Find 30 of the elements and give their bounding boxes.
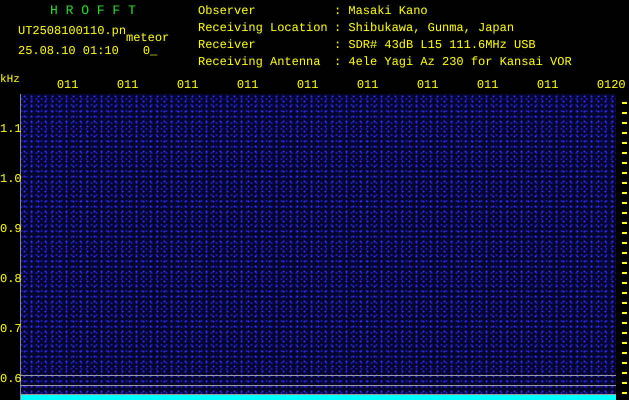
info-value: : SDR# 43dB L15 111.6MHz USB bbox=[334, 40, 537, 54]
info-label: Receiving Location bbox=[198, 23, 329, 37]
info-value: : Shibukawa, Gunma, Japan bbox=[334, 23, 516, 37]
frequency-label: 1.0 bbox=[0, 172, 22, 186]
frequency-label: 0.6 bbox=[0, 372, 22, 386]
file-name: UT2508100110.pn bbox=[18, 24, 126, 38]
frequency-label: 0.7 bbox=[0, 322, 22, 336]
frequency-label: 0.9 bbox=[0, 222, 22, 236]
timestamp: 25.08.10 01:10 bbox=[18, 44, 119, 58]
info-label: Receiver bbox=[198, 40, 257, 54]
time-label: 011 bbox=[116, 78, 140, 92]
time-label: 011 bbox=[236, 78, 260, 92]
time-label: 011 bbox=[416, 78, 440, 92]
event-tag: meteor bbox=[126, 31, 170, 45]
info-value: : Masaki Kano bbox=[334, 6, 429, 20]
frequency-label: 0.8 bbox=[0, 272, 22, 286]
info-label: Receiving Antenna bbox=[198, 57, 322, 71]
time-label: 0120 bbox=[596, 78, 627, 92]
time-label: 011 bbox=[476, 78, 500, 92]
count-text: 0_ bbox=[142, 44, 158, 58]
info-value: : 4ele Yagi Az 230 for Kansai VOR bbox=[334, 57, 572, 71]
time-label: 011 bbox=[176, 78, 200, 92]
time-label: 011 bbox=[56, 78, 80, 92]
time-label: 011 bbox=[356, 78, 380, 92]
time-label: 011 bbox=[536, 78, 560, 92]
app-title: H R O F F T bbox=[49, 4, 137, 18]
time-label: 011 bbox=[296, 78, 320, 92]
frequency-label: 1.1 bbox=[0, 122, 22, 136]
unit-label: kHz bbox=[0, 74, 20, 86]
info-label: Observer bbox=[198, 6, 257, 20]
